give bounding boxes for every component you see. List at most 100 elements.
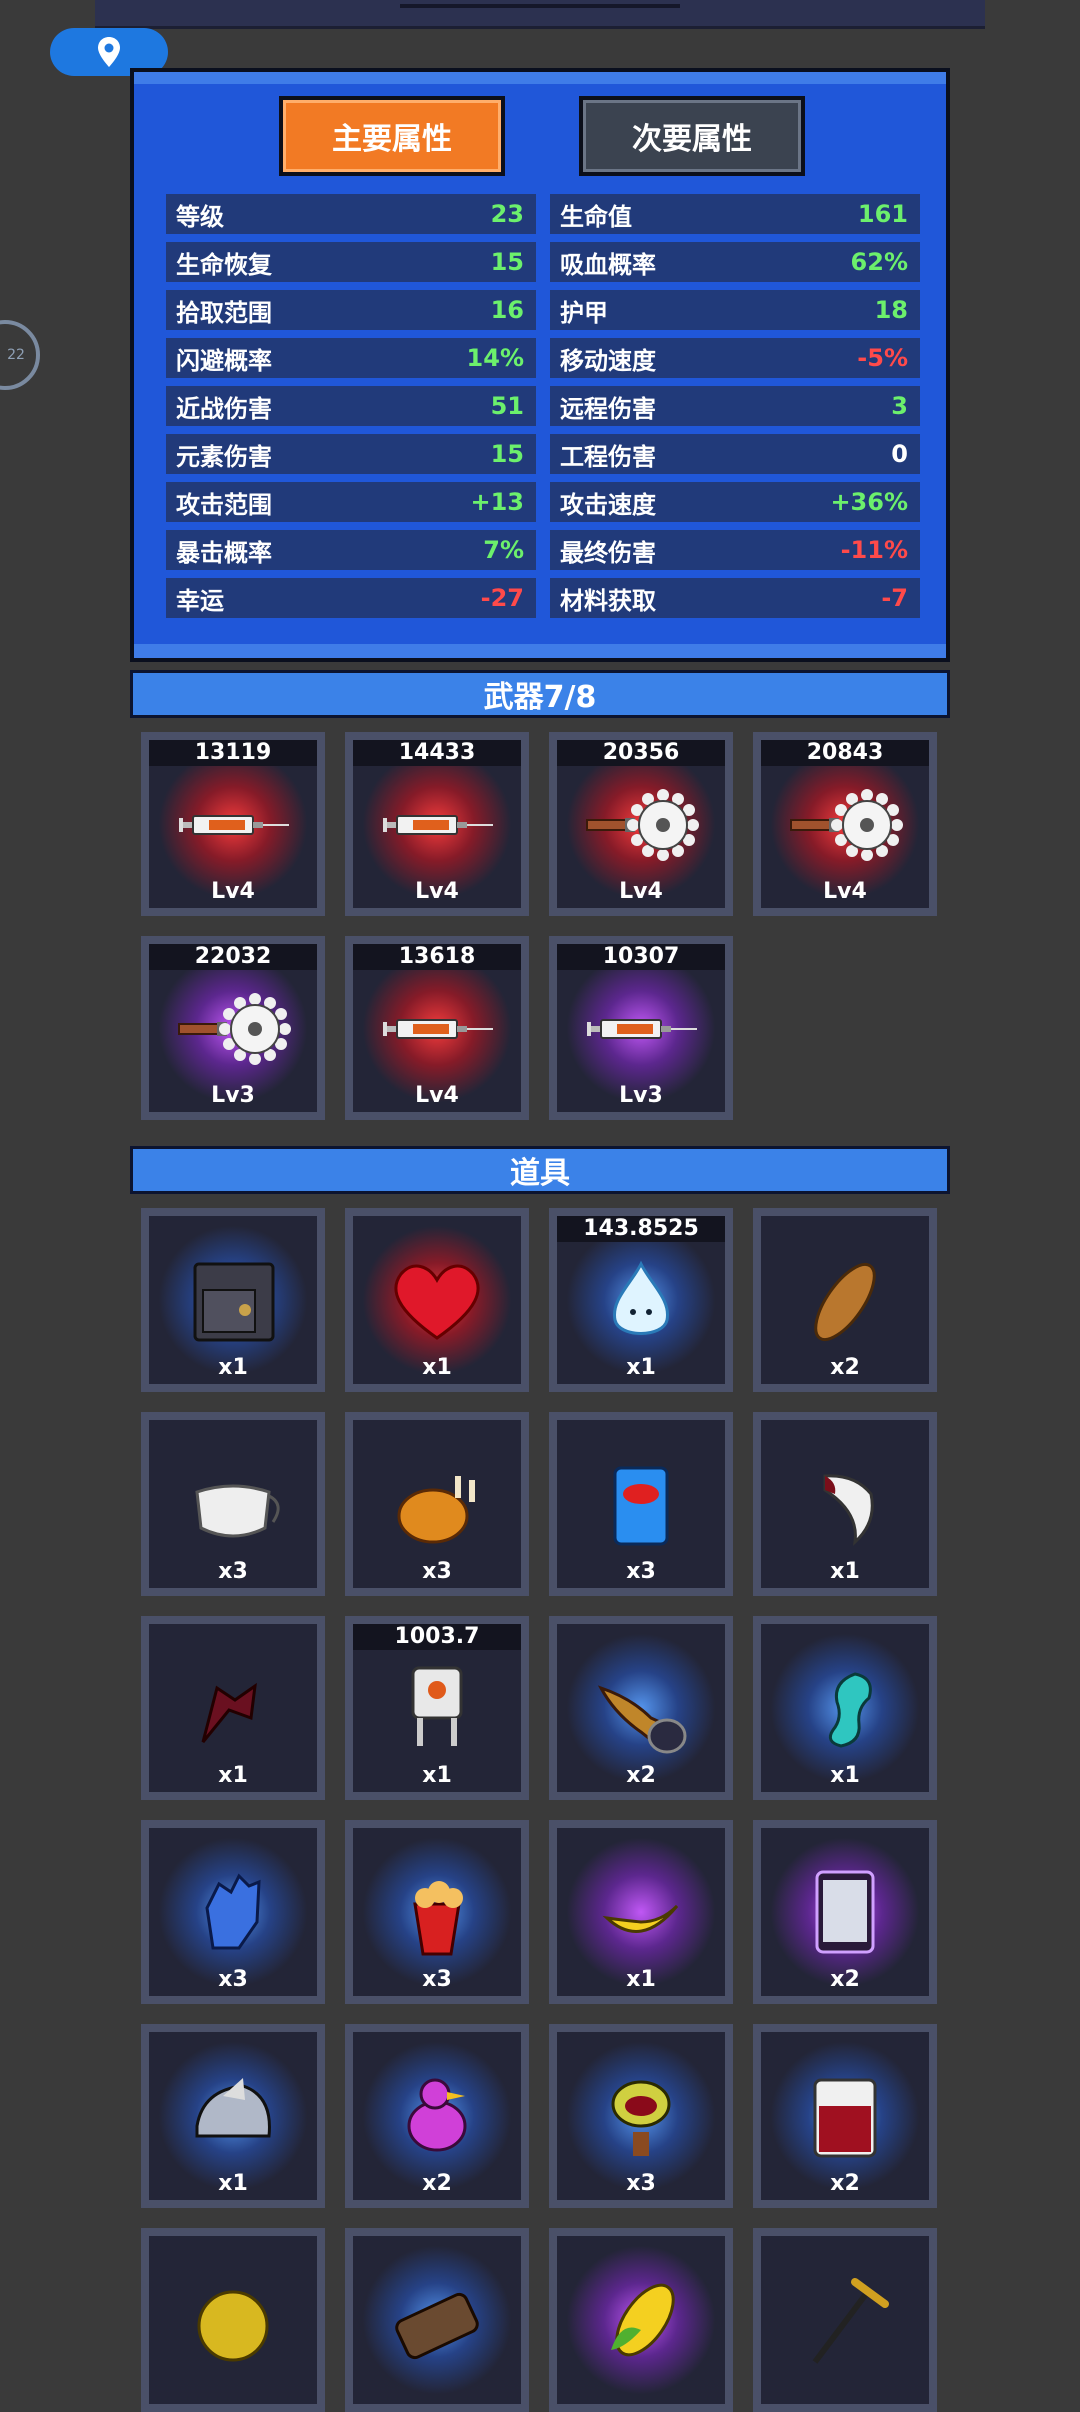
bat-wing-icon: [201, 1682, 257, 1743]
roast-chicken-icon: [397, 1476, 475, 1544]
stat-row: 生命恢复 15: [166, 242, 536, 282]
syringe-icon: [587, 1019, 697, 1039]
item-slot[interactable]: [345, 2228, 529, 2412]
item-slot[interactable]: x3: [141, 1412, 325, 1596]
stat-value: 15: [490, 440, 524, 468]
stat-value: 7%: [483, 536, 524, 564]
weapon-slot[interactable]: 22032 Lv3: [141, 936, 325, 1120]
slot-inner: 10307 Lv3: [557, 944, 725, 1112]
item-slot[interactable]: x1: [753, 1412, 937, 1596]
corn-icon: [611, 2283, 675, 2357]
slot-top-value: 20356: [557, 740, 725, 766]
slot-top-value: 22032: [149, 944, 317, 970]
robot-turret-icon: [411, 1666, 463, 1746]
item-slot[interactable]: [141, 2228, 325, 2412]
item-slot[interactable]: x2: [549, 1616, 733, 1800]
stat-row: 工程伤害 0: [550, 434, 920, 474]
item-slot[interactable]: x3: [549, 1412, 733, 1596]
item-slot[interactable]: x1: [345, 1208, 529, 1392]
item-slot[interactable]: x2: [753, 1208, 937, 1392]
stat-row: 远程伤害 3: [550, 386, 920, 426]
tablet-icon: [815, 1870, 875, 1954]
stat-label: 拾取范围: [176, 298, 272, 327]
slot-inner: x1: [761, 1420, 929, 1588]
slot-bottom-label: x3: [218, 1559, 248, 1584]
slot-inner: 143.8525 x1: [557, 1216, 725, 1384]
item-slot[interactable]: x1: [549, 1820, 733, 2004]
man-eating-plant-icon: [611, 2080, 671, 2156]
stat-row: 幸运 -27: [166, 578, 536, 618]
stat-row: 近战伤害 51: [166, 386, 536, 426]
slot-inner: 13119 Lv4: [149, 740, 317, 908]
stat-label: 护甲: [560, 298, 608, 327]
location-pin-icon: [98, 37, 120, 67]
slot-bottom-label: x1: [830, 1559, 860, 1584]
syringe-icon: [383, 815, 493, 835]
stat-label: 最终伤害: [560, 538, 656, 567]
stat-label: 生命值: [560, 202, 632, 231]
slot-bottom-label: x2: [422, 2171, 452, 2196]
stat-label: 攻击范围: [176, 490, 272, 519]
stat-value: 62%: [850, 248, 908, 276]
slot-inner: x1: [149, 2032, 317, 2200]
stat-value: 15: [490, 248, 524, 276]
item-slot[interactable]: x3: [141, 1820, 325, 2004]
weapon-slot[interactable]: 20843 Lv4: [753, 732, 937, 916]
tab-secondary-stats[interactable]: 次要属性: [579, 96, 805, 176]
slot-top-value: 13618: [353, 944, 521, 970]
slot-inner: x2: [761, 2032, 929, 2200]
slot-bottom-label: x3: [218, 1967, 248, 1992]
slot-bottom-label: x1: [422, 1355, 452, 1380]
item-slot[interactable]: x3: [345, 1820, 529, 2004]
stat-label: 生命恢复: [176, 250, 272, 279]
weapon-slot[interactable]: 20356 Lv4: [549, 732, 733, 916]
sawblade-icon: [178, 993, 291, 1065]
item-slot[interactable]: x2: [753, 2024, 937, 2208]
pickaxe-icon: [812, 2278, 889, 2364]
weapon-slot[interactable]: 14433 Lv4: [345, 732, 529, 916]
weapon-slot[interactable]: 13618 Lv4: [345, 936, 529, 1120]
item-slot[interactable]: 1003.7 x1: [345, 1616, 529, 1800]
item-slot[interactable]: x1: [141, 1616, 325, 1800]
slot-bottom-label: Lv4: [415, 1083, 459, 1108]
stat-label: 等级: [176, 202, 224, 231]
top-bar-notch: [400, 4, 680, 8]
stat-row: 等级 23: [166, 194, 536, 234]
syringe-icon: [179, 815, 289, 835]
slot-inner: [353, 2236, 521, 2404]
item-slot[interactable]: x1: [753, 1616, 937, 1800]
item-slot[interactable]: x2: [753, 1820, 937, 2004]
chips-bag-icon: [613, 1466, 669, 1546]
item-slot[interactable]: x3: [549, 2024, 733, 2208]
stat-value: 23: [490, 200, 524, 228]
item-slot[interactable]: x1: [141, 1208, 325, 1392]
item-slot[interactable]: x1: [141, 2024, 325, 2208]
stat-value: -7: [881, 584, 908, 612]
side-float-button[interactable]: 22: [0, 320, 40, 390]
item-slot[interactable]: x2: [345, 2024, 529, 2208]
slot-bottom-label: Lv3: [619, 1083, 663, 1108]
pink-bird-icon: [407, 2078, 467, 2152]
item-slot[interactable]: [549, 2228, 733, 2412]
slot-inner: x2: [761, 1828, 929, 1996]
slot-bottom-label: Lv4: [619, 879, 663, 904]
weapon-slot[interactable]: 13119 Lv4: [141, 732, 325, 916]
slot-bottom-label: x1: [830, 1763, 860, 1788]
stat-value: 0: [891, 440, 908, 468]
item-slot[interactable]: 143.8525 x1: [549, 1208, 733, 1392]
glove-icon: [205, 1873, 261, 1950]
heart-icon: [394, 1264, 480, 1340]
slot-bottom-label: x1: [422, 1763, 452, 1788]
weapon-slot[interactable]: 10307 Lv3: [549, 936, 733, 1120]
slot-bottom-label: Lv4: [415, 879, 459, 904]
slot-bottom-label: x3: [422, 1967, 452, 1992]
item-slot[interactable]: x3: [345, 1412, 529, 1596]
item-slot[interactable]: [753, 2228, 937, 2412]
tab-primary-stats[interactable]: 主要属性: [279, 96, 505, 176]
stat-row: 材料获取 -7: [550, 578, 920, 618]
slot-inner: x3: [353, 1828, 521, 1996]
horn-icon: [597, 1685, 687, 1754]
top-bar: [95, 0, 985, 29]
log-icon: [395, 2292, 479, 2360]
bread-icon: [814, 1263, 876, 1341]
